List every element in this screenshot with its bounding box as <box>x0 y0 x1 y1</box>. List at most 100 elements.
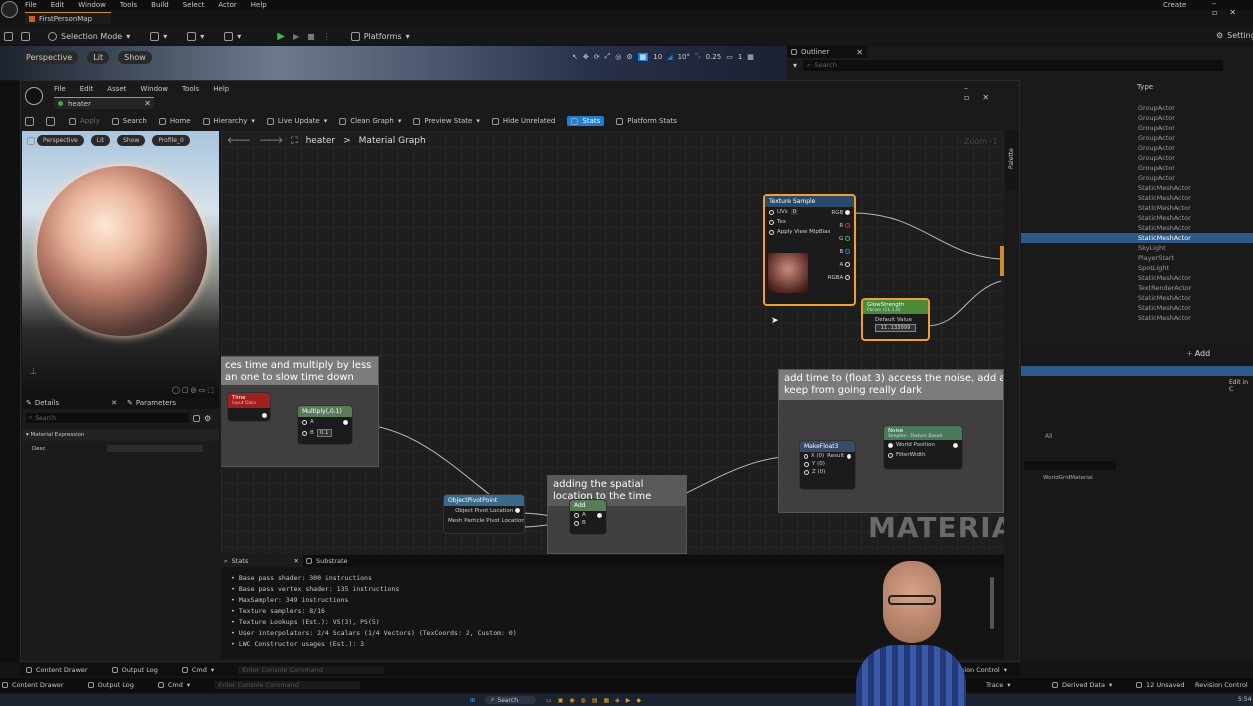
mat-menu-help[interactable]: Help <box>213 85 229 93</box>
mat-content-drawer-button[interactable]: Content Drawer <box>26 666 88 674</box>
world-grid-material[interactable]: WorldGridMaterial <box>1043 475 1093 481</box>
mat-menu-file[interactable]: File <box>54 85 66 93</box>
settings-button[interactable]: ⚙Settings <box>1216 31 1253 40</box>
perspective-button[interactable]: Perspective <box>20 51 79 64</box>
selected-component-bar[interactable] <box>1021 366 1253 376</box>
outliner-row[interactable]: GroupActor <box>1021 133 1253 143</box>
menu-actor[interactable]: Actor <box>218 1 236 9</box>
mat-cmd-button[interactable]: Cmd ▾ <box>181 666 214 674</box>
slot-field[interactable] <box>1024 461 1116 470</box>
outliner-row[interactable]: StaticMeshActor <box>1021 293 1253 303</box>
settings-icon[interactable]: ⚙ <box>204 414 211 423</box>
outliner-row[interactable]: GroupActor <box>1021 113 1253 123</box>
platform-stats-button[interactable]: Platform Stats <box>616 117 677 125</box>
mat-menu-tools[interactable]: Tools <box>182 85 199 93</box>
search-button[interactable]: Search <box>111 117 147 125</box>
tab-close-icon[interactable]: ✕ <box>144 99 151 108</box>
blueprint-button[interactable]: ▾ <box>187 31 204 41</box>
stats-scrollbar[interactable] <box>990 577 994 629</box>
outliner-row[interactable]: StaticMeshActor <box>1021 213 1253 223</box>
taskbar-app-icons[interactable]: ▭▣◉◍▤▦◈▶◆ <box>546 697 647 704</box>
browse-icon[interactable] <box>21 31 30 41</box>
stop-icon[interactable]: ■ <box>307 32 315 41</box>
trace-button[interactable]: Trace ▾ <box>986 681 1011 689</box>
menu-window[interactable]: Window <box>78 1 106 9</box>
material-logo-icon[interactable] <box>25 87 43 105</box>
revision-control-button[interactable]: Revision Control <box>1195 681 1248 689</box>
outliner-row[interactable]: GroupActor <box>1021 123 1253 133</box>
object-pivot-node[interactable]: ObjectPivotPoint Object Pivot Location M… <box>443 494 525 534</box>
preview-perspective-button[interactable]: Perspective <box>37 135 84 146</box>
output-log-button[interactable]: Output Log <box>87 681 134 689</box>
lit-button[interactable]: Lit <box>87 51 110 64</box>
home-button[interactable]: Home <box>158 117 191 125</box>
mat-menu-asset[interactable]: Asset <box>107 85 126 93</box>
outliner-tab[interactable]: Outliner ✕ <box>787 46 867 58</box>
list-view-icon[interactable] <box>193 414 200 422</box>
stats-close-icon[interactable]: ✕ <box>294 557 299 565</box>
outliner-row[interactable]: GroupActor <box>1021 153 1253 163</box>
outliner-row[interactable]: StaticMeshActor <box>1021 203 1253 213</box>
menu-edit[interactable]: Edit <box>51 1 65 9</box>
mat-window-controls[interactable]: –▫✕ <box>964 84 1019 102</box>
preview-shape-buttons[interactable]: ◯ ▢ ◎ ▭ ⬚ <box>172 386 214 394</box>
platforms-button[interactable]: Platforms ▾ <box>350 31 410 41</box>
hide-unrelated-button[interactable]: Hide Unrelated <box>491 117 555 125</box>
preview-profile-button[interactable]: Profile_0 <box>152 135 190 146</box>
outliner-row[interactable]: GroupActor <box>1021 173 1253 183</box>
preview-menu-icon[interactable] <box>27 136 35 145</box>
cinematics-button[interactable]: ▾ <box>224 31 241 41</box>
graph-canvas[interactable]: 🡐 🡒 ⛶ heater > Material Graph Zoom -1 ce… <box>221 131 1004 554</box>
content-drawer-button[interactable]: Content Drawer <box>2 681 64 689</box>
outliner-row[interactable]: GroupActor <box>1021 143 1253 153</box>
console-input[interactable]: Enter Console Command <box>214 681 361 689</box>
live-update-button[interactable]: Live Update ▾ <box>266 117 327 125</box>
window-controls[interactable]: –▫✕ <box>1212 0 1253 17</box>
apply-button[interactable]: Apply <box>69 117 100 125</box>
unsaved-button[interactable]: 12 Unsaved <box>1136 681 1185 689</box>
substrate-tab[interactable]: Substrate <box>303 557 348 565</box>
noise-node[interactable]: Noise Simplex - Texture Based World Posit… <box>883 425 963 470</box>
make-float3-node[interactable]: MakeFloat3 X (0) Result Y (0) Z (0) <box>799 440 856 490</box>
mat-menu-edit[interactable]: Edit <box>80 85 94 93</box>
filter-icon[interactable]: ▾ <box>793 61 797 70</box>
material-expression-section[interactable]: ▾ Material Expression <box>22 429 219 441</box>
clean-graph-button[interactable]: Clean Graph ▾ <box>339 117 401 125</box>
glow-value-field[interactable]: 11.133099 <box>875 324 916 332</box>
outliner-row[interactable]: StaticMeshActor <box>1021 183 1253 193</box>
preview-show-button[interactable]: Show <box>117 135 146 146</box>
preview-lit-button[interactable]: Lit <box>90 135 111 146</box>
cut-node-right[interactable] <box>1000 246 1004 276</box>
close-icon[interactable]: ✕ <box>856 48 863 57</box>
outliner-row[interactable]: SkyLight <box>1021 243 1253 253</box>
map-tab[interactable]: FirstPersonMap <box>25 12 111 24</box>
stats-button[interactable]: Stats <box>567 116 605 126</box>
menu-select[interactable]: Select <box>183 1 205 9</box>
menu-build[interactable]: Build <box>151 1 169 9</box>
comment-spatial[interactable]: adding the spatial location to the time <box>547 475 687 554</box>
details-tab[interactable]: ✎ Details <box>26 399 59 407</box>
menu-file[interactable]: File <box>25 1 37 9</box>
parameters-tab[interactable]: ✎ Parameters <box>127 399 176 407</box>
outliner-row[interactable]: StaticMeshActor <box>1021 223 1253 233</box>
save-icon[interactable] <box>4 31 13 41</box>
hierarchy-button[interactable]: Hierarchy ▾ <box>202 117 255 125</box>
glow-strength-node[interactable]: GlowStrength Param (11.1.0) Default Value… <box>861 298 930 341</box>
outliner-row[interactable]: TextRenderActor <box>1021 283 1253 293</box>
multiply-node[interactable]: Multiply(,0.1) A B 0.1 <box>297 405 353 445</box>
mat-console-input[interactable]: Enter Console Command <box>238 665 385 674</box>
taskbar-search[interactable]: ⌕ Search <box>485 696 537 704</box>
outliner-row[interactable]: StaticMeshActor <box>1021 303 1253 313</box>
transform-tools[interactable]: ↖ ✥ ⟳ ⤢ ◎ ⚙ ▦ 10 ◢ 10° ⤡ 0.25 ▭ 1 ▦ <box>572 52 754 61</box>
asset-tab[interactable]: heater ✕ <box>54 97 154 109</box>
texture-sample-node[interactable]: Texture Sample UVs 0 Tex Apply View MipBi… <box>763 194 856 306</box>
palette-tab[interactable]: Palette <box>1005 131 1019 191</box>
add-actor-button[interactable]: ▾ <box>150 31 167 41</box>
details-search-input[interactable]: ⌕ Search <box>26 413 189 423</box>
outliner-row[interactable]: StaticMeshActor <box>1021 273 1253 283</box>
outliner-row[interactable]: StaticMeshActor <box>1021 313 1253 323</box>
details-close-icon[interactable]: ✕ <box>111 399 117 407</box>
step-icon[interactable]: ▶ <box>293 32 299 41</box>
more-icon[interactable]: ⋮ <box>323 32 331 41</box>
outliner-search-input[interactable]: ⌕ Search <box>803 59 1224 71</box>
